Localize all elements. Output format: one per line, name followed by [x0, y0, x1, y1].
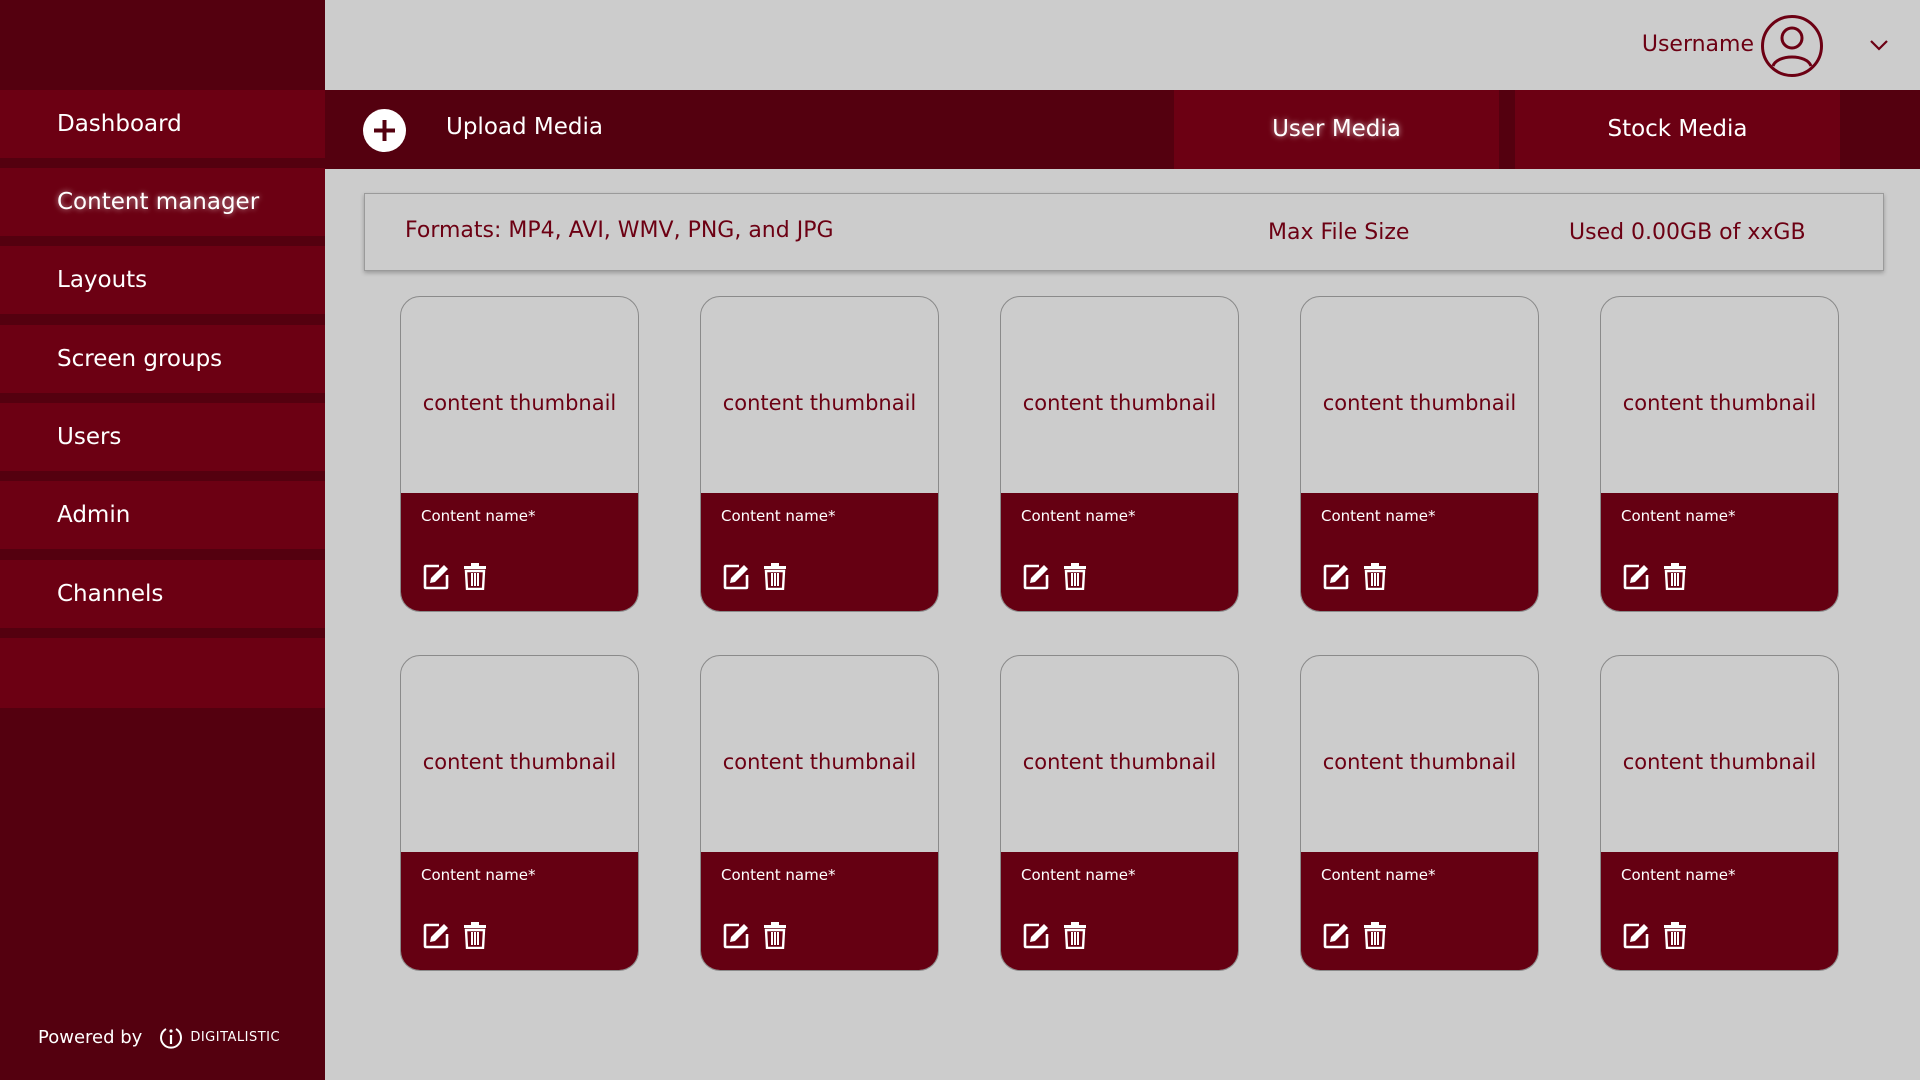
card-footer: Content name* [701, 493, 938, 611]
sidebar: Dashboard Content manager Layouts Screen… [0, 0, 325, 1080]
plus-circle-icon[interactable] [363, 109, 406, 152]
content-name: Content name* [721, 866, 836, 884]
trash-icon[interactable] [1064, 921, 1086, 949]
content-name: Content name* [1621, 507, 1736, 525]
sidebar-item-users[interactable]: Users [0, 403, 325, 471]
trash-icon[interactable] [464, 562, 486, 590]
content-thumbnail[interactable]: content thumbnail [1301, 297, 1538, 493]
edit-icon[interactable] [422, 563, 450, 591]
edit-icon[interactable] [1022, 563, 1050, 591]
edit-icon[interactable] [722, 563, 750, 591]
edit-icon[interactable] [1022, 922, 1050, 950]
content-name: Content name* [421, 866, 536, 884]
content-name: Content name* [1021, 866, 1136, 884]
content-thumbnail[interactable]: content thumbnail [1601, 297, 1838, 493]
brand-name: DIGITALISTIC [190, 1029, 281, 1045]
card-footer: Content name* [1001, 852, 1238, 970]
card-footer: Content name* [1601, 852, 1838, 970]
media-card[interactable]: content thumbnail Content name* [700, 296, 939, 612]
tab-user-media[interactable]: User Media [1174, 90, 1499, 169]
edit-icon[interactable] [422, 922, 450, 950]
content-thumbnail[interactable]: content thumbnail [401, 656, 638, 852]
media-card[interactable]: content thumbnail Content name* [1600, 296, 1839, 612]
trash-icon[interactable] [1664, 562, 1686, 590]
media-card[interactable]: content thumbnail Content name* [1300, 655, 1539, 971]
supported-formats: Formats: MP4, AVI, WMV, PNG, and JPG [405, 218, 834, 243]
trash-icon[interactable] [764, 921, 786, 949]
upload-info-bar: Formats: MP4, AVI, WMV, PNG, and JPG Max… [364, 193, 1884, 271]
content-thumbnail[interactable]: content thumbnail [701, 297, 938, 493]
user-circle-icon[interactable] [1760, 14, 1824, 78]
brand-logo: DIGITALISTIC [158, 1024, 280, 1050]
sidebar-item-dashboard[interactable]: Dashboard [0, 90, 325, 158]
content-thumbnail[interactable]: content thumbnail [1601, 656, 1838, 852]
sidebar-empty-slot [0, 638, 325, 708]
content-thumbnail[interactable]: content thumbnail [1001, 656, 1238, 852]
top-header: Username [325, 0, 1920, 90]
brand-logo-icon [160, 1028, 183, 1049]
content-name: Content name* [721, 507, 836, 525]
media-toolbar: Upload Media User Media Stock Media [325, 90, 1920, 169]
trash-icon[interactable] [1064, 562, 1086, 590]
media-card[interactable]: content thumbnail Content name* [1300, 296, 1539, 612]
storage-usage: Used 0.00GB of xxGB [1569, 220, 1806, 245]
media-card[interactable]: content thumbnail Content name* [400, 296, 639, 612]
media-card[interactable]: content thumbnail Content name* [1000, 296, 1239, 612]
edit-icon[interactable] [1622, 922, 1650, 950]
edit-icon[interactable] [1322, 922, 1350, 950]
card-footer: Content name* [401, 852, 638, 970]
trash-icon[interactable] [764, 562, 786, 590]
username-label[interactable]: Username [1642, 32, 1754, 57]
content-thumbnail[interactable]: content thumbnail [1301, 656, 1538, 852]
edit-icon[interactable] [1322, 563, 1350, 591]
trash-icon[interactable] [464, 921, 486, 949]
sidebar-item-admin[interactable]: Admin [0, 481, 325, 549]
card-footer: Content name* [701, 852, 938, 970]
powered-by-label: Powered by [38, 1026, 143, 1048]
media-card[interactable]: content thumbnail Content name* [400, 655, 639, 971]
card-footer: Content name* [1301, 493, 1538, 611]
media-card[interactable]: content thumbnail Content name* [700, 655, 939, 971]
content-name: Content name* [1621, 866, 1736, 884]
card-footer: Content name* [401, 493, 638, 611]
upload-media-button[interactable]: Upload Media [446, 114, 603, 140]
max-file-size: Max File Size [1268, 220, 1410, 245]
content-name: Content name* [1321, 866, 1436, 884]
trash-icon[interactable] [1664, 921, 1686, 949]
content-thumbnail[interactable]: content thumbnail [401, 297, 638, 493]
edit-icon[interactable] [1622, 563, 1650, 591]
content-name: Content name* [421, 507, 536, 525]
powered-by: Powered by DIGITALISTIC [38, 1024, 280, 1050]
card-footer: Content name* [1601, 493, 1838, 611]
trash-icon[interactable] [1364, 562, 1386, 590]
trash-icon[interactable] [1364, 921, 1386, 949]
media-card[interactable]: content thumbnail Content name* [1600, 655, 1839, 971]
content-name: Content name* [1321, 507, 1436, 525]
media-card[interactable]: content thumbnail Content name* [1000, 655, 1239, 971]
edit-icon[interactable] [722, 922, 750, 950]
card-footer: Content name* [1301, 852, 1538, 970]
sidebar-item-channels[interactable]: Channels [0, 560, 325, 628]
card-footer: Content name* [1001, 493, 1238, 611]
sidebar-item-layouts[interactable]: Layouts [0, 246, 325, 314]
content-thumbnail[interactable]: content thumbnail [1001, 297, 1238, 493]
sidebar-item-screen-groups[interactable]: Screen groups [0, 325, 325, 393]
tab-stock-media[interactable]: Stock Media [1515, 90, 1840, 169]
sidebar-item-content-manager[interactable]: Content manager [0, 168, 325, 236]
content-name: Content name* [1021, 507, 1136, 525]
content-thumbnail[interactable]: content thumbnail [701, 656, 938, 852]
chevron-down-icon[interactable] [1868, 36, 1890, 54]
